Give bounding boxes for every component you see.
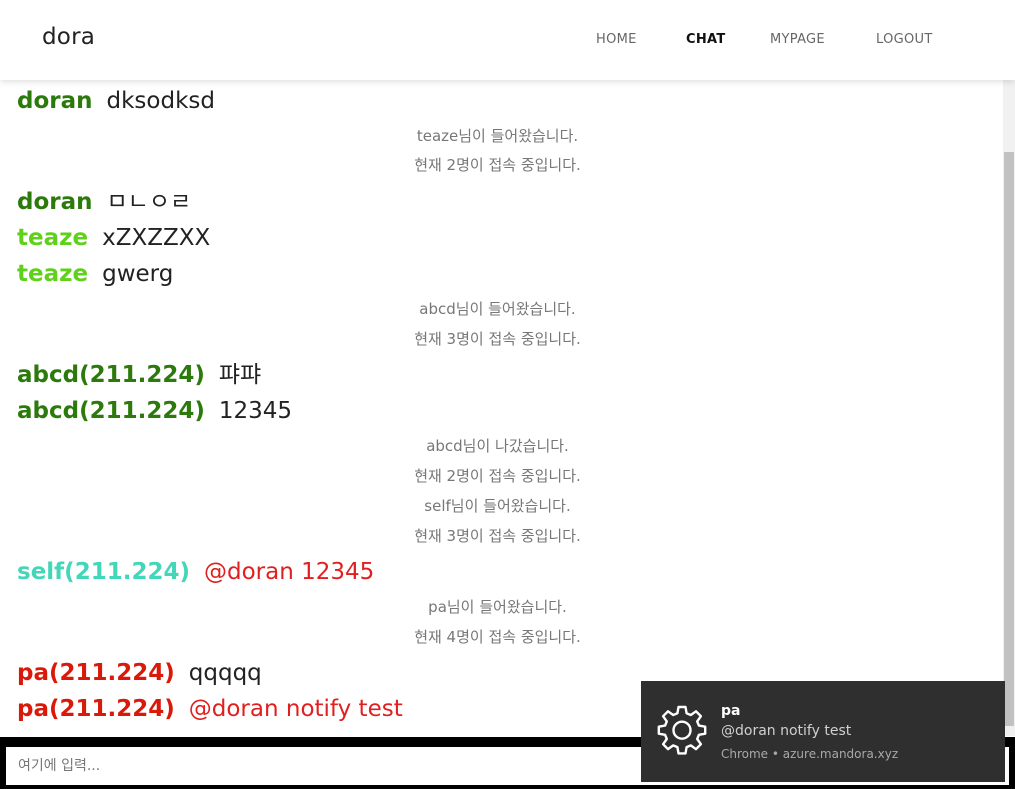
notification-title: pa (721, 703, 741, 719)
message-text: gwerg (102, 261, 174, 287)
chat-message: teaze gwerg (17, 259, 173, 289)
system-message: abcd님이 들어왔습니다. (419, 300, 576, 318)
notification-source: Chrome • azure.mandora.xyz (721, 747, 899, 761)
system-message: 현재 3명이 접속 중입니다. (414, 527, 581, 545)
navbar: dora HOME CHAT MYPAGE LOGOUT (0, 0, 1015, 80)
message-author: teaze (17, 225, 89, 251)
scrollbar-thumb[interactable] (1004, 152, 1014, 726)
chat-scrollbar[interactable] (1003, 80, 1015, 736)
system-message: 현재 2명이 접속 중입니다. (414, 467, 581, 485)
message-author: abcd(211.224) (17, 362, 205, 388)
system-message: self님이 들어왔습니다. (424, 497, 571, 515)
system-message: pa님이 들어왔습니다. (428, 598, 567, 616)
chat-message: abcd(211.224) 12345 (17, 396, 292, 426)
message-author: pa(211.224) (17, 696, 175, 722)
notification-body: @doran notify test (721, 723, 852, 739)
message-author: doran (17, 189, 93, 215)
message-text: dksodksd (106, 88, 215, 114)
message-text: @doran 12345 (203, 559, 375, 585)
gear-icon (655, 703, 709, 757)
message-text: xZXZZXX (102, 225, 211, 251)
message-text: 퍄퍄 (218, 362, 262, 388)
message-text: ㅁㄴㅇㄹ (106, 189, 192, 215)
chat-message: doran dksodksd (17, 86, 215, 116)
system-message: 현재 3명이 접속 중입니다. (414, 330, 581, 348)
notification-toast[interactable]: pa @doran notify test Chrome • azure.man… (641, 681, 1005, 782)
message-text: qqqqq (188, 660, 262, 686)
chat-message: self(211.224) @doran 12345 (17, 557, 374, 587)
message-text: @doran notify test (188, 696, 403, 722)
chat-message: abcd(211.224) 퍄퍄 (17, 360, 261, 390)
system-message: abcd님이 나갔습니다. (426, 437, 569, 455)
system-message: teaze님이 들어왔습니다. (416, 127, 579, 145)
nav-home[interactable]: HOME (596, 32, 637, 48)
chat-message: pa(211.224) @doran notify test (17, 694, 403, 724)
brand-logo[interactable]: dora (42, 24, 95, 50)
chat-log[interactable]: doran dksodksd teaze님이 들어왔습니다. 현재 2명이 접속 … (0, 80, 1003, 736)
message-author: pa(211.224) (17, 660, 175, 686)
chat-message: teaze xZXZZXX (17, 223, 210, 253)
message-author: self(211.224) (17, 559, 190, 585)
message-author: doran (17, 88, 93, 114)
chat-message: pa(211.224) qqqqq (17, 658, 262, 688)
nav-mypage[interactable]: MYPAGE (770, 32, 825, 48)
message-text: 12345 (218, 398, 293, 424)
nav-chat[interactable]: CHAT (686, 32, 726, 48)
nav-logout[interactable]: LOGOUT (876, 32, 933, 48)
system-message: 현재 4명이 접속 중입니다. (414, 628, 581, 646)
message-author: teaze (17, 261, 89, 287)
message-author: abcd(211.224) (17, 398, 205, 424)
system-message: 현재 2명이 접속 중입니다. (414, 156, 581, 174)
chat-message: doran ㅁㄴㅇㄹ (17, 187, 191, 217)
